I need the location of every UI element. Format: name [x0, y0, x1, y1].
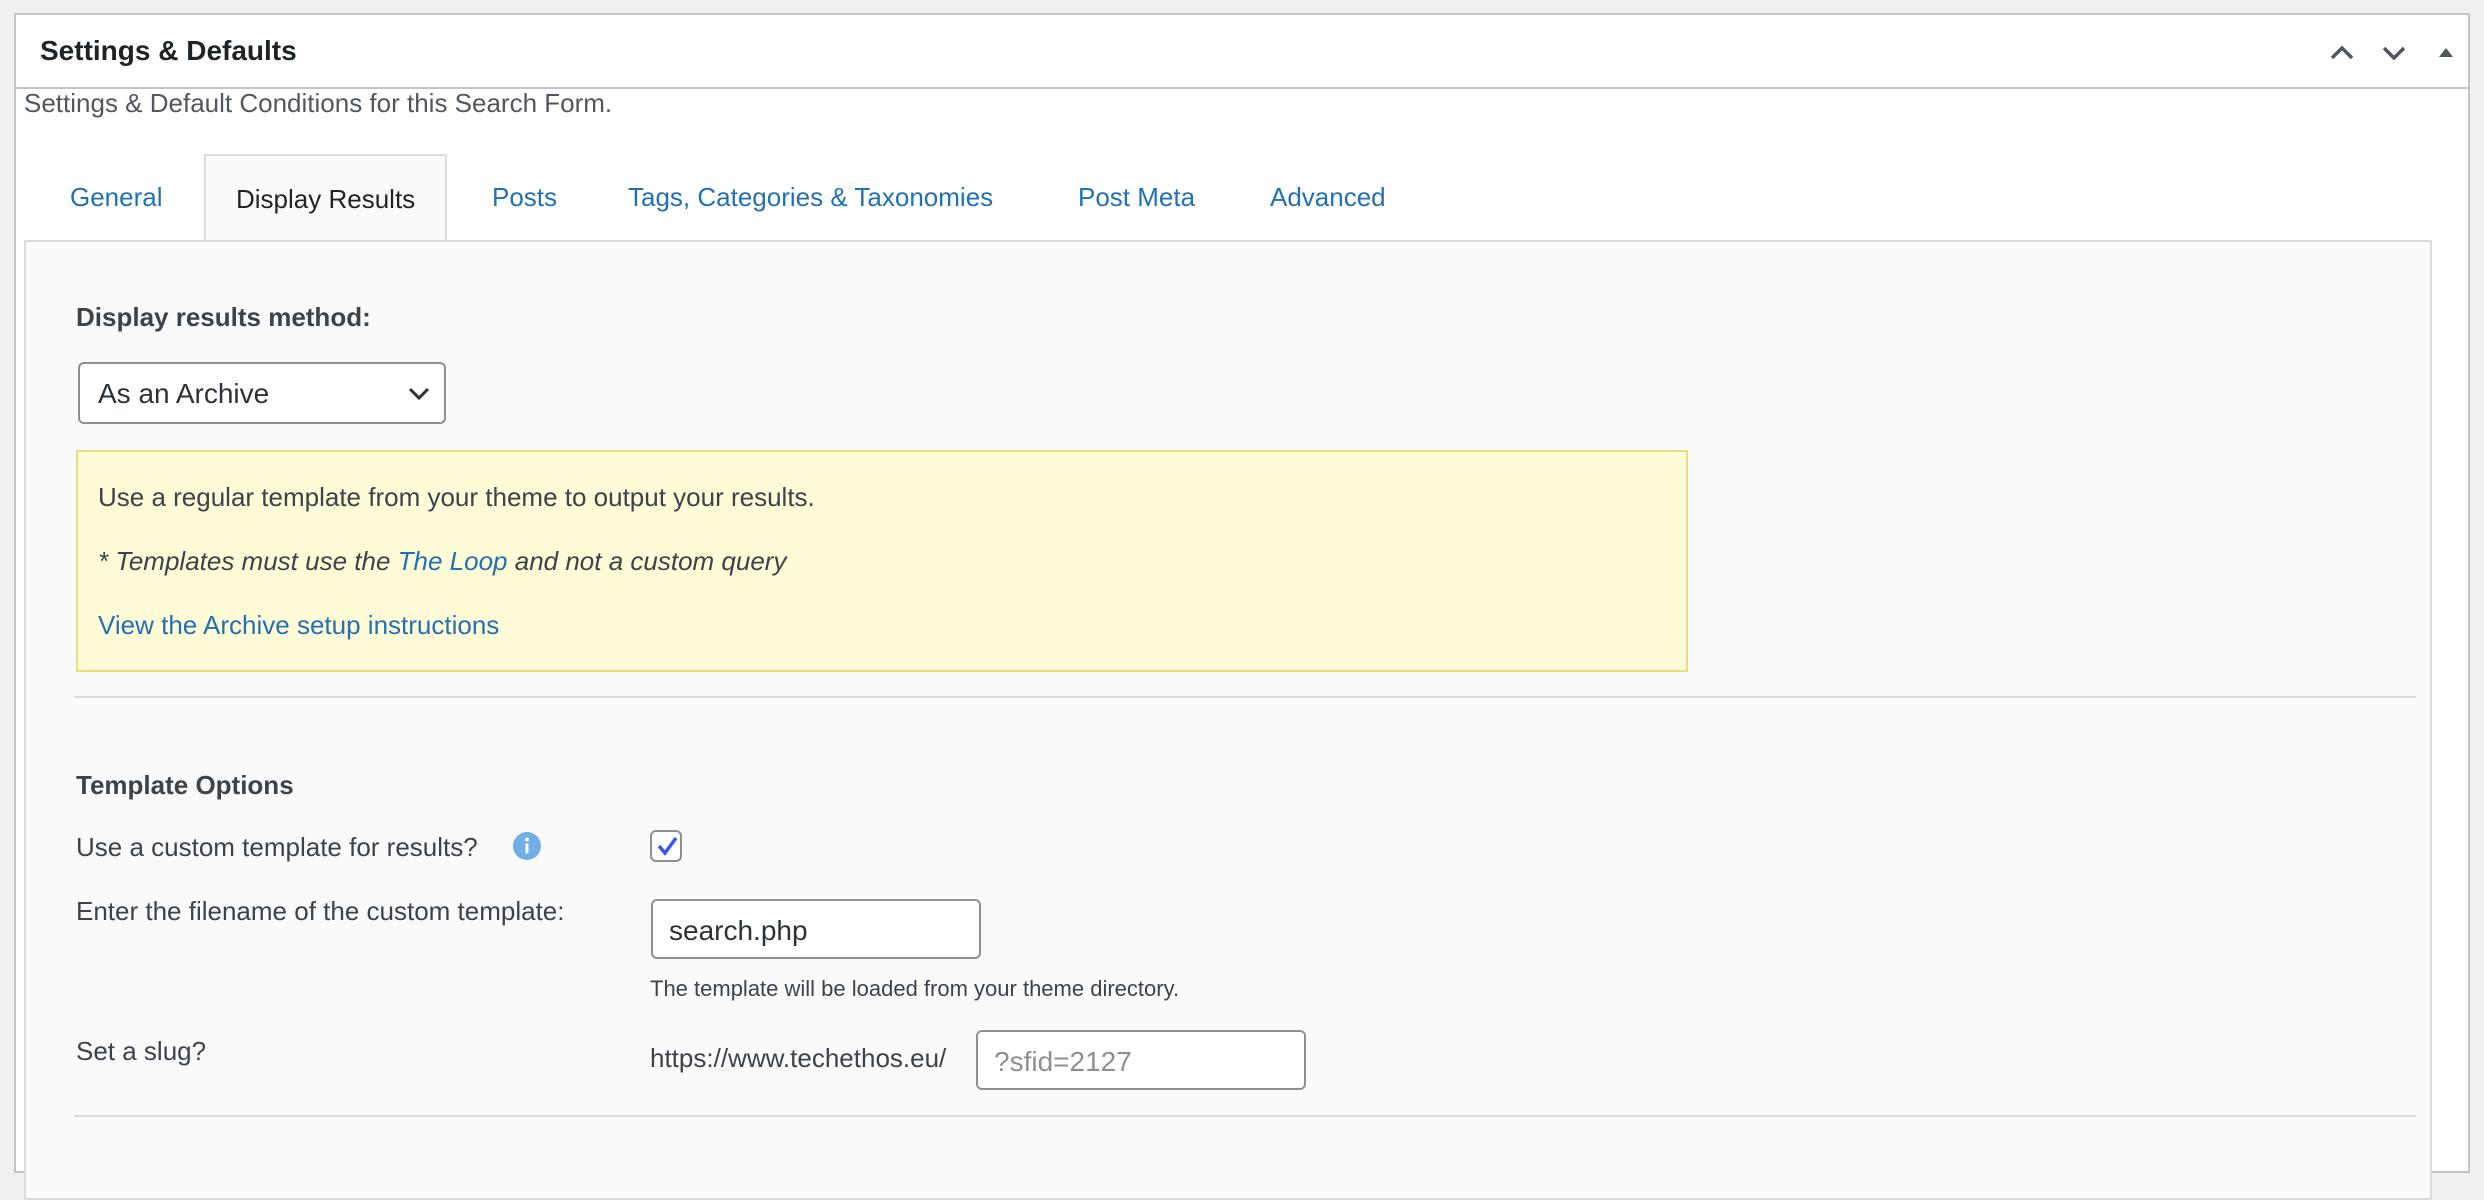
archive-notice: Use a regular template from your theme t… — [76, 450, 1688, 672]
notice-text: Use a regular template from your theme t… — [98, 482, 815, 512]
notice-loop-prefix: * Templates must use the — [98, 546, 398, 576]
tab-posts[interactable]: Posts — [492, 154, 557, 240]
the-loop-link[interactable]: The Loop — [398, 546, 508, 576]
template-filename-help: The template will be loaded from your th… — [650, 976, 1180, 1001]
notice-loop-suffix: and not a custom query — [507, 546, 787, 576]
metabox-title: Settings & Defaults — [40, 35, 297, 66]
metabox-header: Settings & Defaults — [16, 15, 2468, 89]
toggle-panel-button[interactable] — [2426, 33, 2466, 73]
display-method-select[interactable]: As an Archive — [78, 362, 446, 424]
notice-loop-text: * Templates must use the The Loop and no… — [98, 546, 786, 577]
chevron-down-icon — [2382, 46, 2406, 61]
tab-advanced[interactable]: Advanced — [1270, 154, 1386, 240]
display-method-label: Display results method: — [76, 302, 371, 332]
slug-url-prefix: https://www.techethos.eu/ — [650, 1043, 947, 1073]
tab-general[interactable]: General — [70, 154, 163, 240]
divider — [74, 696, 2416, 698]
custom-template-label: Use a custom template for results? — [76, 832, 478, 862]
template-filename-value: search.php — [669, 915, 808, 946]
move-down-button[interactable] — [2374, 33, 2414, 73]
tab-display-results[interactable]: Display Results — [204, 154, 448, 242]
tab-bar: General Display Results Posts Tags, Cate… — [24, 154, 2444, 242]
divider — [74, 1115, 2416, 1117]
triangle-up-icon — [2439, 48, 2453, 57]
display-method-value: As an Archive — [98, 378, 270, 409]
checkmark-icon — [657, 836, 678, 856]
template-options-title: Template Options — [76, 770, 294, 800]
move-up-button[interactable] — [2322, 33, 2362, 73]
metabox-description: Settings & Default Conditions for this S… — [24, 88, 613, 118]
archive-setup-instructions-link[interactable]: View the Archive setup instructions — [98, 610, 499, 641]
chevron-up-icon — [2330, 45, 2354, 60]
tab-post-meta[interactable]: Post Meta — [1078, 154, 1195, 240]
template-filename-input[interactable]: search.php — [651, 899, 981, 959]
chevron-down-icon — [408, 387, 430, 401]
slug-label: Set a slug? — [76, 1036, 207, 1066]
template-filename-label: Enter the filename of the custom templat… — [76, 896, 565, 926]
info-icon[interactable] — [512, 831, 542, 861]
tab-tags-categories-taxonomies[interactable]: Tags, Categories & Taxonomies — [628, 154, 993, 240]
slug-input[interactable]: ?sfid=2127 — [976, 1030, 1306, 1090]
slug-placeholder: ?sfid=2127 — [994, 1046, 1132, 1077]
custom-template-checkbox[interactable] — [650, 830, 682, 862]
